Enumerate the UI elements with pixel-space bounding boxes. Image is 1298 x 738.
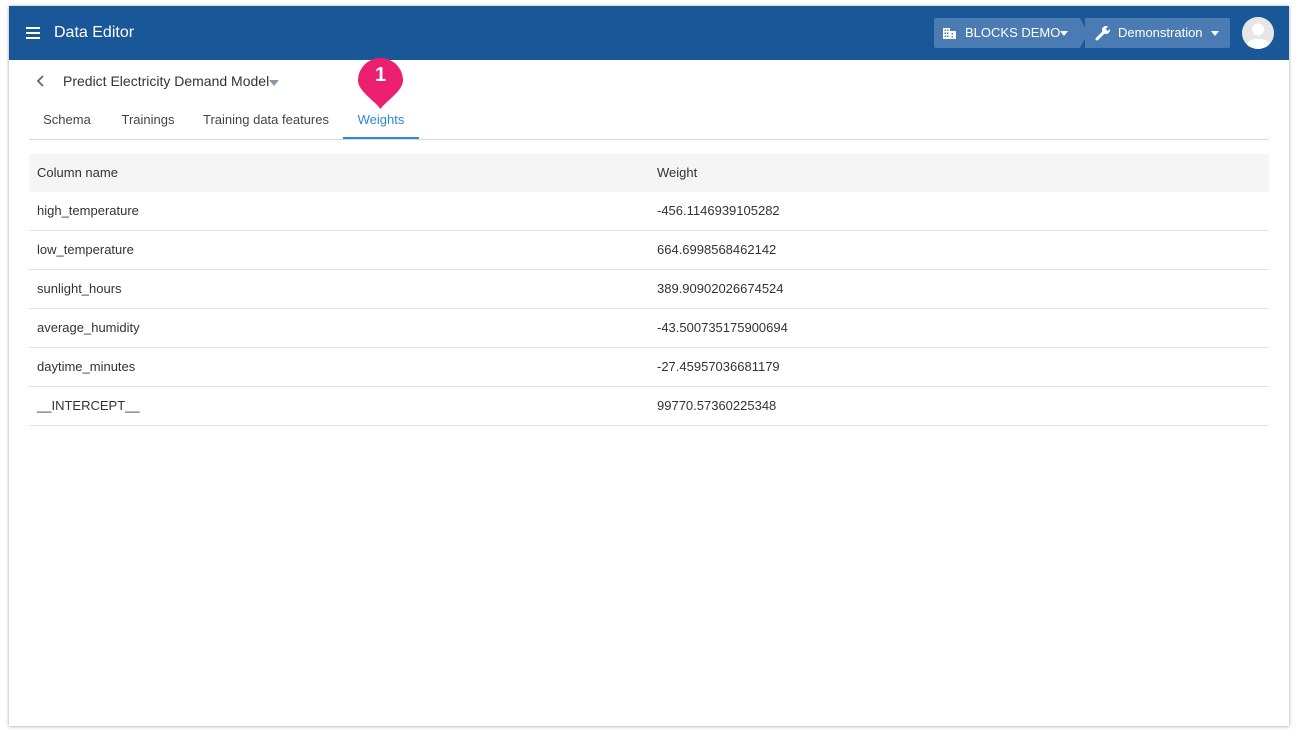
chevron-down-icon <box>1211 31 1219 36</box>
wrench-icon <box>1095 25 1111 41</box>
table-row: low_temperature 664.6998568462142 <box>29 231 1269 270</box>
avatar-icon <box>1242 17 1274 49</box>
tab-bar: Schema Trainings Training data features … <box>29 105 1269 140</box>
table-row: high_temperature -456.1146939105282 <box>29 192 1269 231</box>
row-column-name: average_humidity <box>37 320 140 335</box>
row-column-name: low_temperature <box>37 242 134 257</box>
app-title: Data Editor <box>54 24 135 41</box>
organization-label: BLOCKS DEMO <box>965 25 1061 40</box>
app-header: Data Editor BLOCKS DEMO Demonstration <box>9 6 1289 60</box>
row-column-name: sunlight_hours <box>37 281 122 296</box>
organization-selector[interactable]: BLOCKS DEMO <box>934 18 1088 48</box>
table-row: sunlight_hours 389.90902026674524 <box>29 270 1269 309</box>
table-header: Column name Weight <box>29 154 1269 192</box>
building-icon <box>943 28 956 39</box>
annotation-marker: 1 <box>357 57 404 110</box>
row-weight: 99770.57360225348 <box>657 398 777 413</box>
row-column-name: daytime_minutes <box>37 359 136 374</box>
column-header-name: Column name <box>37 165 118 180</box>
tab-training-data-features[interactable]: Training data features <box>199 105 333 139</box>
annotation-number: 1 <box>374 64 387 86</box>
tab-schema[interactable]: Schema <box>37 105 97 139</box>
row-weight: -27.45957036681179 <box>657 359 780 374</box>
chevron-down-icon <box>1060 31 1068 36</box>
column-header-weight: Weight <box>657 165 698 180</box>
table-row: daytime_minutes -27.45957036681179 <box>29 348 1269 387</box>
project-label: Demonstration <box>1118 25 1203 40</box>
avatar[interactable] <box>1242 17 1274 49</box>
tab-weights[interactable]: Weights <box>343 105 419 139</box>
row-weight: -43.500735175900694 <box>657 320 788 335</box>
tab-trainings[interactable]: Trainings <box>113 105 183 139</box>
row-column-name: __INTERCEPT__ <box>37 398 140 413</box>
app-window: Data Editor BLOCKS DEMO Demonstration Pr… <box>9 6 1289 726</box>
table-row: average_humidity -43.500735175900694 <box>29 309 1269 348</box>
menu-icon[interactable] <box>26 27 40 39</box>
row-column-name: high_temperature <box>37 203 139 218</box>
model-title: Predict Electricity Demand Model <box>63 73 270 89</box>
dropdown-caret-icon[interactable] <box>269 80 279 86</box>
row-weight: 389.90902026674524 <box>657 281 784 296</box>
project-selector[interactable]: Demonstration <box>1085 18 1230 48</box>
row-weight: 664.6998568462142 <box>657 242 777 257</box>
back-arrow-icon[interactable] <box>35 74 47 88</box>
row-weight: -456.1146939105282 <box>657 203 780 218</box>
table-row: __INTERCEPT__ 99770.57360225348 <box>29 387 1269 426</box>
weights-table: Column name Weight high_temperature -456… <box>29 154 1269 426</box>
